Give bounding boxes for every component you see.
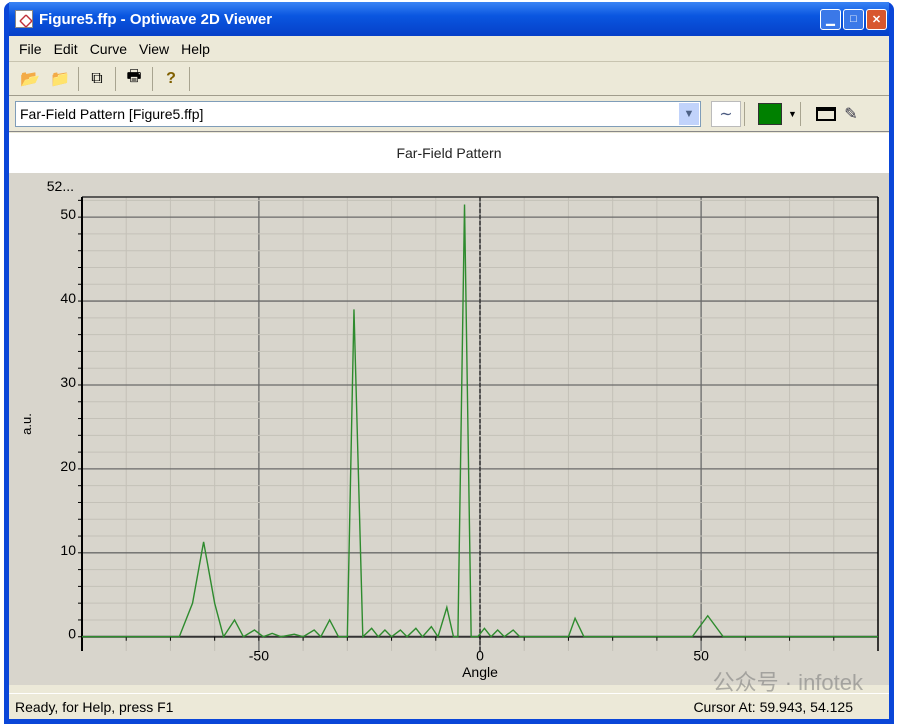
x-axis-label: Angle <box>462 664 498 680</box>
curve-color-swatch[interactable] <box>758 102 782 125</box>
y-tick-label: 30 <box>60 374 76 390</box>
chart-area[interactable]: -50 0 50 0 10 20 30 40 50 52... Angle a.u. <box>9 173 889 685</box>
separator <box>152 66 153 91</box>
x-tick-label: -50 <box>249 648 269 664</box>
chevron-down-icon[interactable]: ▼ <box>679 102 699 125</box>
y-tick-label: 0 <box>68 626 76 642</box>
curve-selector-value: Far-Field Pattern [Figure5.ffp] <box>20 105 204 122</box>
separator <box>78 66 79 91</box>
chart-title: Far-Field Pattern <box>9 133 889 173</box>
separator <box>189 66 190 91</box>
menu-bar: File Edit Curve View Help <box>9 36 889 62</box>
line-style-icon[interactable]: ∼ <box>711 100 741 127</box>
color-dropdown-icon[interactable]: ▼ <box>788 109 797 119</box>
y-axis-label: a.u. <box>19 413 34 435</box>
y-tick-label: 40 <box>60 290 76 306</box>
toolbar: 📂 📁 ⧉ 🖶 ? <box>9 62 889 96</box>
app-icon <box>15 10 33 28</box>
x-tick-label: 0 <box>476 648 484 664</box>
menu-help[interactable]: Help <box>175 41 216 57</box>
copy-icon[interactable]: ⧉ <box>82 66 112 92</box>
title-bar: Figure5.ffp - Optiwave 2D Viewer ▁ □ ✕ <box>9 2 889 36</box>
menu-curve[interactable]: Curve <box>84 41 133 57</box>
separator <box>115 66 116 91</box>
y-tick-label: 50 <box>60 206 76 222</box>
curve-selector[interactable]: Far-Field Pattern [Figure5.ffp] ▼ <box>15 100 701 127</box>
add-folder-icon[interactable]: 📁 <box>45 66 75 92</box>
menu-edit[interactable]: Edit <box>48 41 84 57</box>
x-tick-label: 50 <box>693 648 709 664</box>
minimize-button[interactable]: ▁ <box>820 8 841 30</box>
y-max-label: 52... <box>47 178 74 194</box>
cursor-position: Cursor At: 59.943, 54.125 <box>693 698 853 715</box>
menu-view[interactable]: View <box>133 41 175 57</box>
pen-icon[interactable]: ✎ <box>836 101 866 127</box>
far-field-chart[interactable]: -50 0 50 0 10 20 30 40 50 52... Angle a.u. <box>9 173 889 685</box>
close-button[interactable]: ✕ <box>866 8 887 30</box>
window-title: Figure5.ffp - Optiwave 2D Viewer <box>39 10 273 28</box>
menu-file[interactable]: File <box>13 41 48 57</box>
y-tick-label: 10 <box>60 542 76 558</box>
maximize-button[interactable]: □ <box>843 8 864 30</box>
app-window: Figure5.ffp - Optiwave 2D Viewer ▁ □ ✕ F… <box>4 2 894 724</box>
print-icon[interactable]: 🖶 <box>119 66 149 92</box>
watermark: 公众号 · infotek <box>712 670 863 695</box>
window-frame-icon[interactable] <box>815 106 836 121</box>
separator <box>744 101 745 126</box>
separator <box>799 101 801 126</box>
y-tick-label: 20 <box>60 458 76 474</box>
open-folder-icon[interactable]: 📂 <box>15 66 45 92</box>
help-icon[interactable]: ? <box>156 66 186 92</box>
status-text: Ready, for Help, press F1 <box>15 698 174 715</box>
curve-toolbar: Far-Field Pattern [Figure5.ffp] ▼ ∼ ▼ ✎ <box>9 96 889 132</box>
